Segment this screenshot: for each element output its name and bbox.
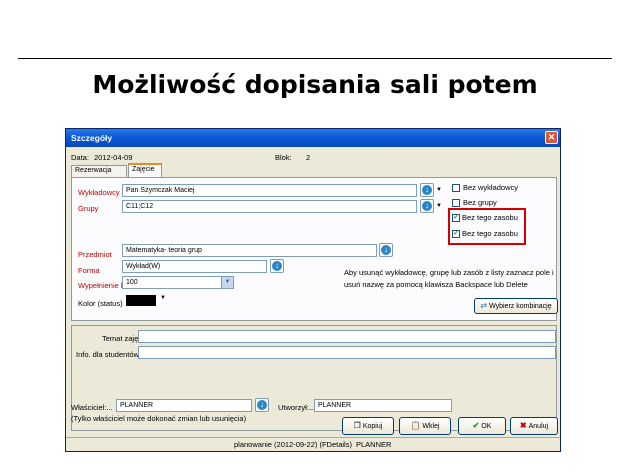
wykladowcy-select-button[interactable]: ↓ bbox=[420, 183, 434, 197]
przedmiot-select-button[interactable]: ↓ bbox=[379, 243, 393, 257]
bez-tego-zasobu-label-1: Bez tego zasobu bbox=[462, 213, 518, 222]
data-value: 2012-04-09 bbox=[94, 153, 133, 162]
check-icon: ✔ bbox=[472, 421, 480, 430]
forma-label: Forma bbox=[78, 266, 100, 275]
arrow-down-icon: ↓ bbox=[381, 245, 391, 255]
wlasciciel-note: (Tylko właściciel może dokonać zmian lub… bbox=[71, 414, 247, 423]
kolor-label: Kolor (status) bbox=[78, 299, 123, 308]
wlasciciel-field[interactable]: PLANNER bbox=[116, 399, 252, 412]
anuluj-button[interactable]: ✖ Anuluj bbox=[510, 417, 558, 435]
grupy-label: Grupy bbox=[78, 204, 99, 213]
info-field[interactable] bbox=[138, 346, 556, 359]
arrow-down-icon: ↓ bbox=[422, 201, 432, 211]
wykladowcy-label: Wykładowcy bbox=[78, 188, 120, 197]
wlasciciel-select-button[interactable]: ↓ bbox=[255, 398, 269, 412]
hint-text-1: Aby usunąć wykładowcę, grupę lub zasób z… bbox=[344, 268, 554, 277]
kolor-swatch[interactable] bbox=[126, 295, 156, 306]
dialog-titlebar[interactable]: Szczegóły ✕ bbox=[66, 129, 560, 147]
status-separator bbox=[66, 437, 560, 438]
ok-button[interactable]: ✔ OK bbox=[458, 417, 506, 435]
zajecie-panel: Wykładowcy Pan Szymczak Maciej ↓ ▼ Grupy… bbox=[71, 177, 558, 321]
utworzyl-label: Utworzył:... bbox=[278, 403, 316, 412]
hint-text-2: usuń nazwę za pomocą klawisza Backspace … bbox=[344, 280, 528, 289]
przedmiot-field[interactable]: Matematyka- teoria grup bbox=[122, 244, 377, 257]
bez-tego-zasobu-label-2: Bez tego zasobu bbox=[462, 229, 518, 238]
bez-grupy-label: Bez grupy bbox=[463, 198, 497, 207]
kopiuj-button[interactable]: ❐ Kopiuj bbox=[342, 417, 394, 435]
wypelnienie-select[interactable]: 100 ▼ bbox=[122, 276, 234, 289]
arrow-down-icon: ↓ bbox=[257, 400, 267, 410]
grupy-dropdown-icon[interactable]: ▼ bbox=[436, 203, 442, 209]
bez-grupy-checkbox[interactable] bbox=[452, 199, 460, 207]
bez-tego-zasobu-checkbox-2[interactable]: ✓ bbox=[452, 230, 460, 238]
slide-divider bbox=[18, 58, 612, 59]
cancel-icon: ✖ bbox=[519, 421, 527, 430]
details-dialog: Szczegóły ✕ Data: 2012-04-09 Blok: 2 Rez… bbox=[65, 128, 561, 452]
slide-title: Możliwość dopisania sali potem bbox=[92, 70, 538, 99]
close-icon[interactable]: ✕ bbox=[545, 131, 558, 144]
bez-tego-zasobu-checkbox-1[interactable]: ✓ bbox=[452, 214, 460, 222]
wklej-button[interactable]: 📋 Wklej bbox=[399, 417, 451, 435]
dialog-title: Szczegóły bbox=[71, 133, 113, 143]
forma-select-button[interactable]: ↓ bbox=[270, 259, 284, 273]
info-label: Info. dla studentów bbox=[76, 350, 139, 359]
arrow-down-icon: ↓ bbox=[422, 185, 432, 195]
temat-field[interactable] bbox=[138, 330, 556, 343]
wykladowcy-dropdown-icon[interactable]: ▼ bbox=[436, 187, 442, 193]
bez-wykladowcy-label: Bez wykładowcy bbox=[463, 183, 519, 192]
grupy-field[interactable]: C11;C12 bbox=[122, 200, 417, 213]
tab-zajecie[interactable]: Zajęcie bbox=[128, 163, 162, 177]
arrow-down-icon: ↓ bbox=[272, 261, 282, 271]
status-text: planowanie (2012-09-22) (FDetails) bbox=[234, 440, 352, 449]
chevron-down-icon[interactable]: ▼ bbox=[221, 277, 233, 288]
wlasciciel-label: Właściciel:... bbox=[71, 403, 113, 412]
utworzyl-field[interactable]: PLANNER bbox=[314, 399, 452, 412]
kolor-dropdown-icon[interactable]: ▼ bbox=[160, 295, 166, 301]
wykladowcy-field[interactable]: Pan Szymczak Maciej bbox=[122, 184, 417, 197]
tab-rezerwacja[interactable]: Rezerwacja bbox=[71, 165, 127, 177]
przedmiot-label: Przedmiot bbox=[78, 250, 112, 259]
blok-label: Blok: bbox=[275, 153, 292, 162]
data-label: Data: bbox=[71, 153, 89, 162]
paste-icon: 📋 bbox=[410, 421, 421, 430]
status-user: PLANNER bbox=[356, 440, 392, 449]
wybierz-kombinacje-button[interactable]: ⇄ Wybierz kombinację bbox=[474, 298, 558, 314]
blok-value: 2 bbox=[306, 153, 311, 162]
temat-label: Temat zajęć bbox=[102, 334, 143, 343]
wypelnienie-value: 100 bbox=[126, 279, 138, 286]
forma-field[interactable]: Wykład(W) bbox=[122, 260, 267, 273]
bez-wykladowcy-checkbox[interactable] bbox=[452, 184, 460, 192]
grupy-select-button[interactable]: ↓ bbox=[420, 199, 434, 213]
combination-icon: ⇄ bbox=[480, 301, 488, 310]
copy-icon: ❐ bbox=[353, 421, 361, 430]
